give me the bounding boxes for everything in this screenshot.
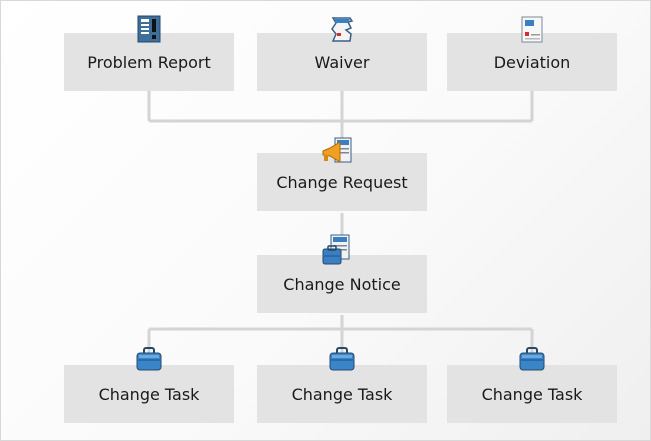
change-request-icon bbox=[321, 136, 352, 166]
change-notice-icon bbox=[319, 233, 350, 265]
diagram-canvas: Problem Report Waiver Deviation Change R… bbox=[0, 0, 651, 441]
node-label: Waiver bbox=[314, 52, 370, 72]
problem-report-icon bbox=[135, 14, 163, 44]
node-label: Change Task bbox=[291, 384, 393, 404]
waiver-icon bbox=[328, 14, 356, 44]
node-label: Change Task bbox=[481, 384, 583, 404]
node-label: Change Notice bbox=[283, 274, 401, 294]
node-label: Change Request bbox=[276, 172, 408, 192]
node-label: Problem Report bbox=[87, 52, 211, 72]
briefcase-icon bbox=[134, 345, 162, 375]
briefcase-icon bbox=[517, 345, 545, 375]
deviation-icon bbox=[518, 14, 546, 44]
node-label: Change Task bbox=[98, 384, 200, 404]
briefcase-icon bbox=[327, 345, 355, 375]
node-label: Deviation bbox=[493, 52, 571, 72]
